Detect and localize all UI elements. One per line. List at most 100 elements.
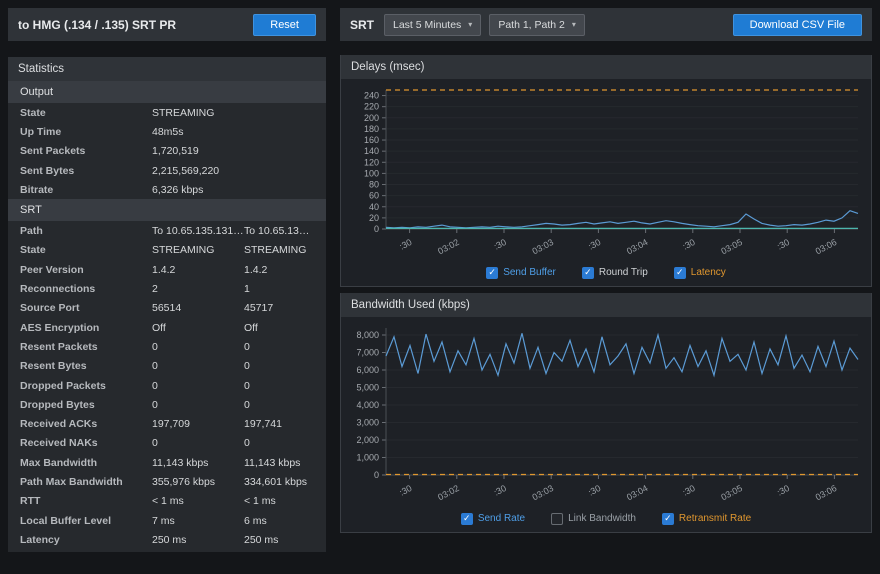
chevron-down-icon: ▾ — [572, 20, 576, 29]
download-csv-button[interactable]: Download CSV File — [733, 14, 862, 36]
stat-value: 0 — [152, 341, 244, 353]
stat-value: 0 — [244, 399, 314, 411]
stat-value: 7 ms — [152, 515, 244, 527]
checkbox-icon[interactable] — [551, 513, 563, 525]
stat-row: Up Time48m5s — [8, 122, 326, 141]
path-select[interactable]: Path 1, Path 2 ▾ — [489, 14, 585, 36]
series-send-rate — [386, 333, 858, 375]
stat-label: Source Port — [20, 302, 152, 314]
stat-value: 6 ms — [244, 515, 314, 527]
time-range-select[interactable]: Last 5 Minutes ▾ — [384, 14, 481, 36]
checkbox-icon[interactable]: ✓ — [486, 267, 498, 279]
svg-text::30: :30 — [587, 237, 603, 252]
stat-value: To 10.65.134.133 e... — [244, 225, 314, 237]
svg-text::30: :30 — [775, 237, 791, 252]
stat-value: STREAMING — [152, 244, 244, 256]
svg-text:140: 140 — [364, 146, 379, 156]
svg-text:220: 220 — [364, 102, 379, 112]
page: to HMG (.134 / .135) SRT PR Reset SRT La… — [0, 0, 880, 574]
svg-text::30: :30 — [681, 483, 697, 498]
stat-label: Latency — [20, 534, 152, 546]
delays-chart-panel: Delays (msec) 02040608010012014016018020… — [340, 55, 872, 287]
svg-text:7,000: 7,000 — [356, 348, 379, 358]
time-range-value: Last 5 Minutes — [393, 19, 461, 31]
stream-title: to HMG (.134 / .135) SRT PR — [18, 18, 253, 32]
bandwidth-chart-legend: ✓Send Rate Link Bandwidth ✓Retransmit Rate — [341, 505, 871, 532]
stat-value: 48m5s — [152, 126, 314, 138]
svg-text:100: 100 — [364, 168, 379, 178]
delays-chart-legend: ✓Send Buffer ✓Round Trip ✓Latency — [341, 259, 871, 286]
stat-value: 1 — [244, 283, 314, 295]
checkbox-icon[interactable]: ✓ — [674, 267, 686, 279]
stat-row: Path Max Bandwidth355,976 kbps334,601 kb… — [8, 472, 326, 491]
stat-value: 45717 — [244, 302, 314, 314]
stat-value: 2 — [152, 283, 244, 295]
output-section-header: Output — [8, 81, 326, 103]
svg-text:80: 80 — [369, 180, 379, 190]
legend-item-retransmit-rate[interactable]: ✓Retransmit Rate — [662, 513, 751, 525]
stat-row: Bitrate6,326 kbps — [8, 180, 326, 199]
path-select-value: Path 1, Path 2 — [498, 19, 565, 31]
stat-value: 2,215,569,220 — [152, 165, 314, 177]
stat-label: Received NAKs — [20, 437, 152, 449]
stat-value: 1.4.2 — [244, 264, 314, 276]
stat-label: Reconnections — [20, 283, 152, 295]
stat-row: Dropped Bytes00 — [8, 395, 326, 414]
stat-row: Max Bandwidth11,143 kbps11,143 kbps — [8, 453, 326, 472]
stat-row: Received NAKs00 — [8, 434, 326, 453]
svg-text::30: :30 — [492, 237, 508, 252]
svg-text::30: :30 — [775, 483, 791, 498]
stat-row: Local Buffer Level7 ms6 ms — [8, 511, 326, 530]
stat-label: Path — [20, 225, 152, 237]
stat-row: Received ACKs197,709197,741 — [8, 414, 326, 433]
checkbox-icon[interactable]: ✓ — [582, 267, 594, 279]
legend-item-send-rate[interactable]: ✓Send Rate — [461, 513, 525, 525]
chevron-down-icon: ▾ — [468, 20, 472, 29]
svg-text::30: :30 — [587, 483, 603, 498]
stat-value: < 1 ms — [244, 495, 314, 507]
legend-item-latency[interactable]: ✓Latency — [674, 267, 726, 279]
stat-row: PathTo 10.65.135.131 e...To 10.65.134.13… — [8, 221, 326, 240]
series-send-buffer — [386, 211, 858, 228]
stat-row: Peer Version1.4.21.4.2 — [8, 260, 326, 279]
stat-row: Sent Packets1,720,519 — [8, 142, 326, 161]
stat-label: Sent Bytes — [20, 165, 152, 177]
stat-label: Sent Packets — [20, 145, 152, 157]
stat-row: Sent Bytes2,215,569,220 — [8, 161, 326, 180]
svg-text:4,000: 4,000 — [356, 400, 379, 410]
legend-item-send-buffer[interactable]: ✓Send Buffer — [486, 267, 556, 279]
svg-text:03:02: 03:02 — [436, 483, 461, 502]
svg-text:180: 180 — [364, 124, 379, 134]
stat-value: 0 — [244, 380, 314, 392]
stat-value: 197,741 — [244, 418, 314, 430]
stat-value: To 10.65.135.131 e... — [152, 225, 244, 237]
legend-item-link-bandwidth[interactable]: Link Bandwidth — [551, 513, 636, 525]
stat-value: 250 ms — [244, 534, 314, 546]
chart-canvas: 020406080100120140160180200220240:3003:0… — [342, 80, 870, 259]
stat-label: Resent Bytes — [20, 360, 152, 372]
svg-text:3,000: 3,000 — [356, 418, 379, 428]
stat-label: RTT — [20, 495, 152, 507]
stat-row: RTT< 1 ms< 1 ms — [8, 492, 326, 511]
legend-item-round-trip[interactable]: ✓Round Trip — [582, 267, 648, 279]
reset-button[interactable]: Reset — [253, 14, 316, 36]
stat-value: Off — [244, 322, 314, 334]
stat-value: < 1 ms — [152, 495, 244, 507]
bandwidth-chart: 01,0002,0003,0004,0005,0006,0007,0008,00… — [342, 318, 870, 505]
svg-text:0: 0 — [374, 470, 379, 480]
svg-text::30: :30 — [492, 483, 508, 498]
srt-rows: PathTo 10.65.135.131 e...To 10.65.134.13… — [8, 221, 326, 549]
chart-canvas: 01,0002,0003,0004,0005,0006,0007,0008,00… — [342, 318, 870, 505]
stat-row: Source Port5651445717 — [8, 299, 326, 318]
svg-text:03:04: 03:04 — [625, 483, 650, 502]
stat-value: 250 ms — [152, 534, 244, 546]
svg-text:03:06: 03:06 — [814, 237, 839, 256]
checkbox-icon[interactable]: ✓ — [662, 513, 674, 525]
stat-row: Dropped Packets00 — [8, 376, 326, 395]
stat-value: 1,720,519 — [152, 145, 314, 157]
checkbox-icon[interactable]: ✓ — [461, 513, 473, 525]
svg-text:200: 200 — [364, 113, 379, 123]
bandwidth-chart-header: Bandwidth Used (kbps) — [341, 293, 871, 317]
svg-text:20: 20 — [369, 213, 379, 223]
svg-text:03:03: 03:03 — [531, 483, 556, 502]
